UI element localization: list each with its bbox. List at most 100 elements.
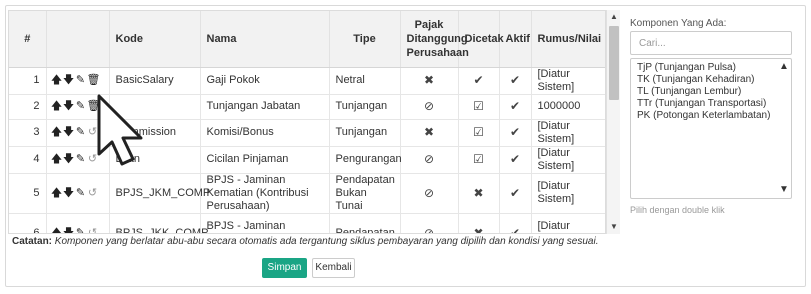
- cell-aktif-icon: ✔: [499, 213, 532, 233]
- move-down-icon[interactable]: 🡇: [63, 74, 75, 87]
- move-up-icon[interactable]: 🡅: [51, 153, 63, 166]
- move-up-icon[interactable]: 🡅: [51, 74, 63, 87]
- row-actions: 🡅🡇 ✎ ↺: [46, 173, 110, 214]
- col-header-rumus: Rumus/Nilai: [531, 11, 605, 68]
- cell-rumus: 1000000: [531, 94, 605, 120]
- cell-kode: BPJS_JKK_COMP: [109, 213, 208, 233]
- move-down-icon[interactable]: 🡇: [63, 187, 75, 200]
- table-row: 6 🡅🡇✎↺ BPJS_JKK_COMP BPJS - Jaminan Kece…: [9, 213, 605, 234]
- cell-rumus: [Diatur Sistem]: [531, 146, 605, 174]
- double-click-hint: Pilih dengan double klik: [630, 205, 725, 215]
- row-actions: 🡅🡇 ✎🗑: [46, 67, 110, 95]
- cell-aktif-icon: ✔: [499, 173, 532, 214]
- list-item[interactable]: TK (Tunjangan Kehadiran): [637, 74, 785, 86]
- component-search-input[interactable]: [630, 31, 792, 55]
- cell-tipe: Tunjangan: [329, 94, 401, 120]
- save-button[interactable]: Simpan: [262, 258, 307, 278]
- row-number: 6: [9, 213, 47, 233]
- cell-pajak-icon: ✖: [400, 67, 459, 95]
- move-up-icon[interactable]: 🡅: [51, 227, 63, 234]
- col-header-pajak: Pajak Ditanggung Perusahaan: [400, 11, 469, 68]
- cell-dicetak-icon: ✖: [458, 213, 500, 233]
- list-item[interactable]: PK (Potongan Keterlambatan): [637, 110, 785, 122]
- col-header-kode: Kode: [109, 11, 201, 68]
- scroll-up-arrow-icon[interactable]: ▲: [607, 10, 621, 24]
- scrollbar-thumb[interactable]: [609, 26, 619, 100]
- table-row: 1 🡅🡇 ✎🗑 BasicSalary Gaji Pokok Netral ✖ ✔…: [9, 67, 605, 95]
- trash-icon[interactable]: 🗑: [87, 74, 101, 87]
- cell-tipe: Pendapatan: [329, 213, 401, 233]
- reset-icon[interactable]: ↺: [87, 187, 99, 200]
- available-components-list[interactable]: TjP (Tunjangan Pulsa) TK (Tunjangan Keha…: [630, 58, 792, 199]
- table-header-row: # Kode Nama Tipe Pajak Ditanggung Perusa…: [9, 11, 605, 68]
- note-label: Catatan:: [12, 236, 53, 247]
- cell-dicetak-icon: ✖: [458, 173, 500, 214]
- cell-tipe: Netral: [329, 67, 401, 95]
- edit-icon[interactable]: ✎: [75, 187, 87, 200]
- edit-icon[interactable]: ✎: [75, 100, 87, 113]
- cell-tipe: Pendapatan Bukan Tunai: [329, 173, 401, 214]
- cell-dicetak-icon: ☑: [458, 94, 500, 120]
- edit-icon[interactable]: ✎: [75, 126, 87, 139]
- row-number: 1: [9, 67, 47, 95]
- cell-pajak-icon: ⊘: [400, 213, 459, 233]
- cell-nama: Gaji Pokok: [200, 67, 330, 95]
- cell-aktif-icon: ✔: [499, 67, 532, 95]
- col-header-actions: [46, 11, 110, 68]
- col-header-tipe: Tipe: [329, 11, 401, 68]
- edit-icon[interactable]: ✎: [75, 153, 87, 166]
- row-number: 3: [9, 119, 47, 147]
- row-number: 2: [9, 94, 47, 120]
- cell-dicetak-icon: ☑: [458, 146, 500, 174]
- cell-nama: Komisi/Bonus: [200, 119, 330, 147]
- col-header-nama: Nama: [200, 11, 330, 68]
- cell-tipe: Tunjangan: [329, 119, 401, 147]
- row-number: 5: [9, 173, 47, 214]
- mouse-pointer-icon: [97, 94, 143, 166]
- edit-icon[interactable]: ✎: [75, 227, 87, 234]
- scroll-down-arrow-icon[interactable]: ▼: [607, 220, 621, 234]
- cell-rumus: [Diatur Sistem]: [531, 67, 605, 95]
- move-down-icon[interactable]: 🡇: [63, 227, 75, 234]
- col-header-no: #: [9, 11, 47, 68]
- move-up-icon[interactable]: 🡅: [51, 100, 63, 113]
- cell-pajak-icon: ⊘: [400, 94, 459, 120]
- list-item[interactable]: TjP (Tunjangan Pulsa): [637, 62, 785, 74]
- cell-rumus: [Diatur Sistem]: [531, 119, 605, 147]
- reset-icon[interactable]: ↺: [87, 227, 99, 234]
- list-scroll-down-icon[interactable]: ▼: [779, 184, 789, 196]
- list-scroll-up-icon[interactable]: ▲: [779, 61, 789, 73]
- table-row: 5 🡅🡇 ✎ ↺ BPJS_JKM_COMP BPJS - Jaminan Kema…: [9, 173, 605, 214]
- cell-dicetak-icon: ✔: [458, 67, 500, 95]
- cell-pajak-icon: ⊘: [400, 146, 459, 174]
- list-item[interactable]: TL (Tunjangan Lembur): [637, 86, 785, 98]
- table-note: Catatan: Komponen yang berlatar abu-abu …: [12, 236, 598, 247]
- row-number: 4: [9, 146, 47, 174]
- cell-nama: BPJS - Jaminan Kematian (Kontribusi Peru…: [200, 173, 330, 214]
- move-down-icon[interactable]: 🡇: [63, 126, 75, 139]
- cell-kode: BPJS_JKM_COMP: [109, 173, 210, 214]
- cell-aktif-icon: ✔: [499, 119, 532, 147]
- cell-aktif-icon: ✔: [499, 146, 532, 174]
- row-actions: 🡅🡇 ✎ ↺: [46, 213, 110, 234]
- move-down-icon[interactable]: 🡇: [63, 153, 75, 166]
- cell-pajak-icon: ✖: [400, 119, 459, 147]
- cell-rumus: [Diatur Sistem]: [531, 213, 605, 233]
- cell-dicetak-icon: ☑: [458, 119, 500, 147]
- move-up-icon[interactable]: 🡅: [51, 126, 63, 139]
- edit-icon[interactable]: ✎: [75, 74, 87, 87]
- cell-kode: BasicSalary: [109, 67, 201, 95]
- cell-nama: Tunjangan Jabatan: [200, 94, 330, 120]
- cell-nama: BPJS - Jaminan Kecelakaan: [200, 213, 330, 233]
- move-down-icon[interactable]: 🡇: [63, 100, 75, 113]
- cell-aktif-icon: ✔: [499, 94, 532, 120]
- available-components-label: Komponen Yang Ada:: [630, 18, 727, 29]
- move-up-icon[interactable]: 🡅: [51, 187, 63, 200]
- table-scrollbar[interactable]: ▲ ▼: [606, 10, 620, 234]
- list-item[interactable]: TTr (Tunjangan Transportasi): [637, 98, 785, 110]
- cell-rumus: [Diatur Sistem]: [531, 173, 605, 214]
- cell-tipe: Pengurangan: [329, 146, 402, 174]
- back-button[interactable]: Kembali: [312, 258, 355, 278]
- cell-pajak-icon: ⊘: [400, 173, 459, 214]
- note-text: Komponen yang berlatar abu-abu secara ot…: [52, 236, 599, 247]
